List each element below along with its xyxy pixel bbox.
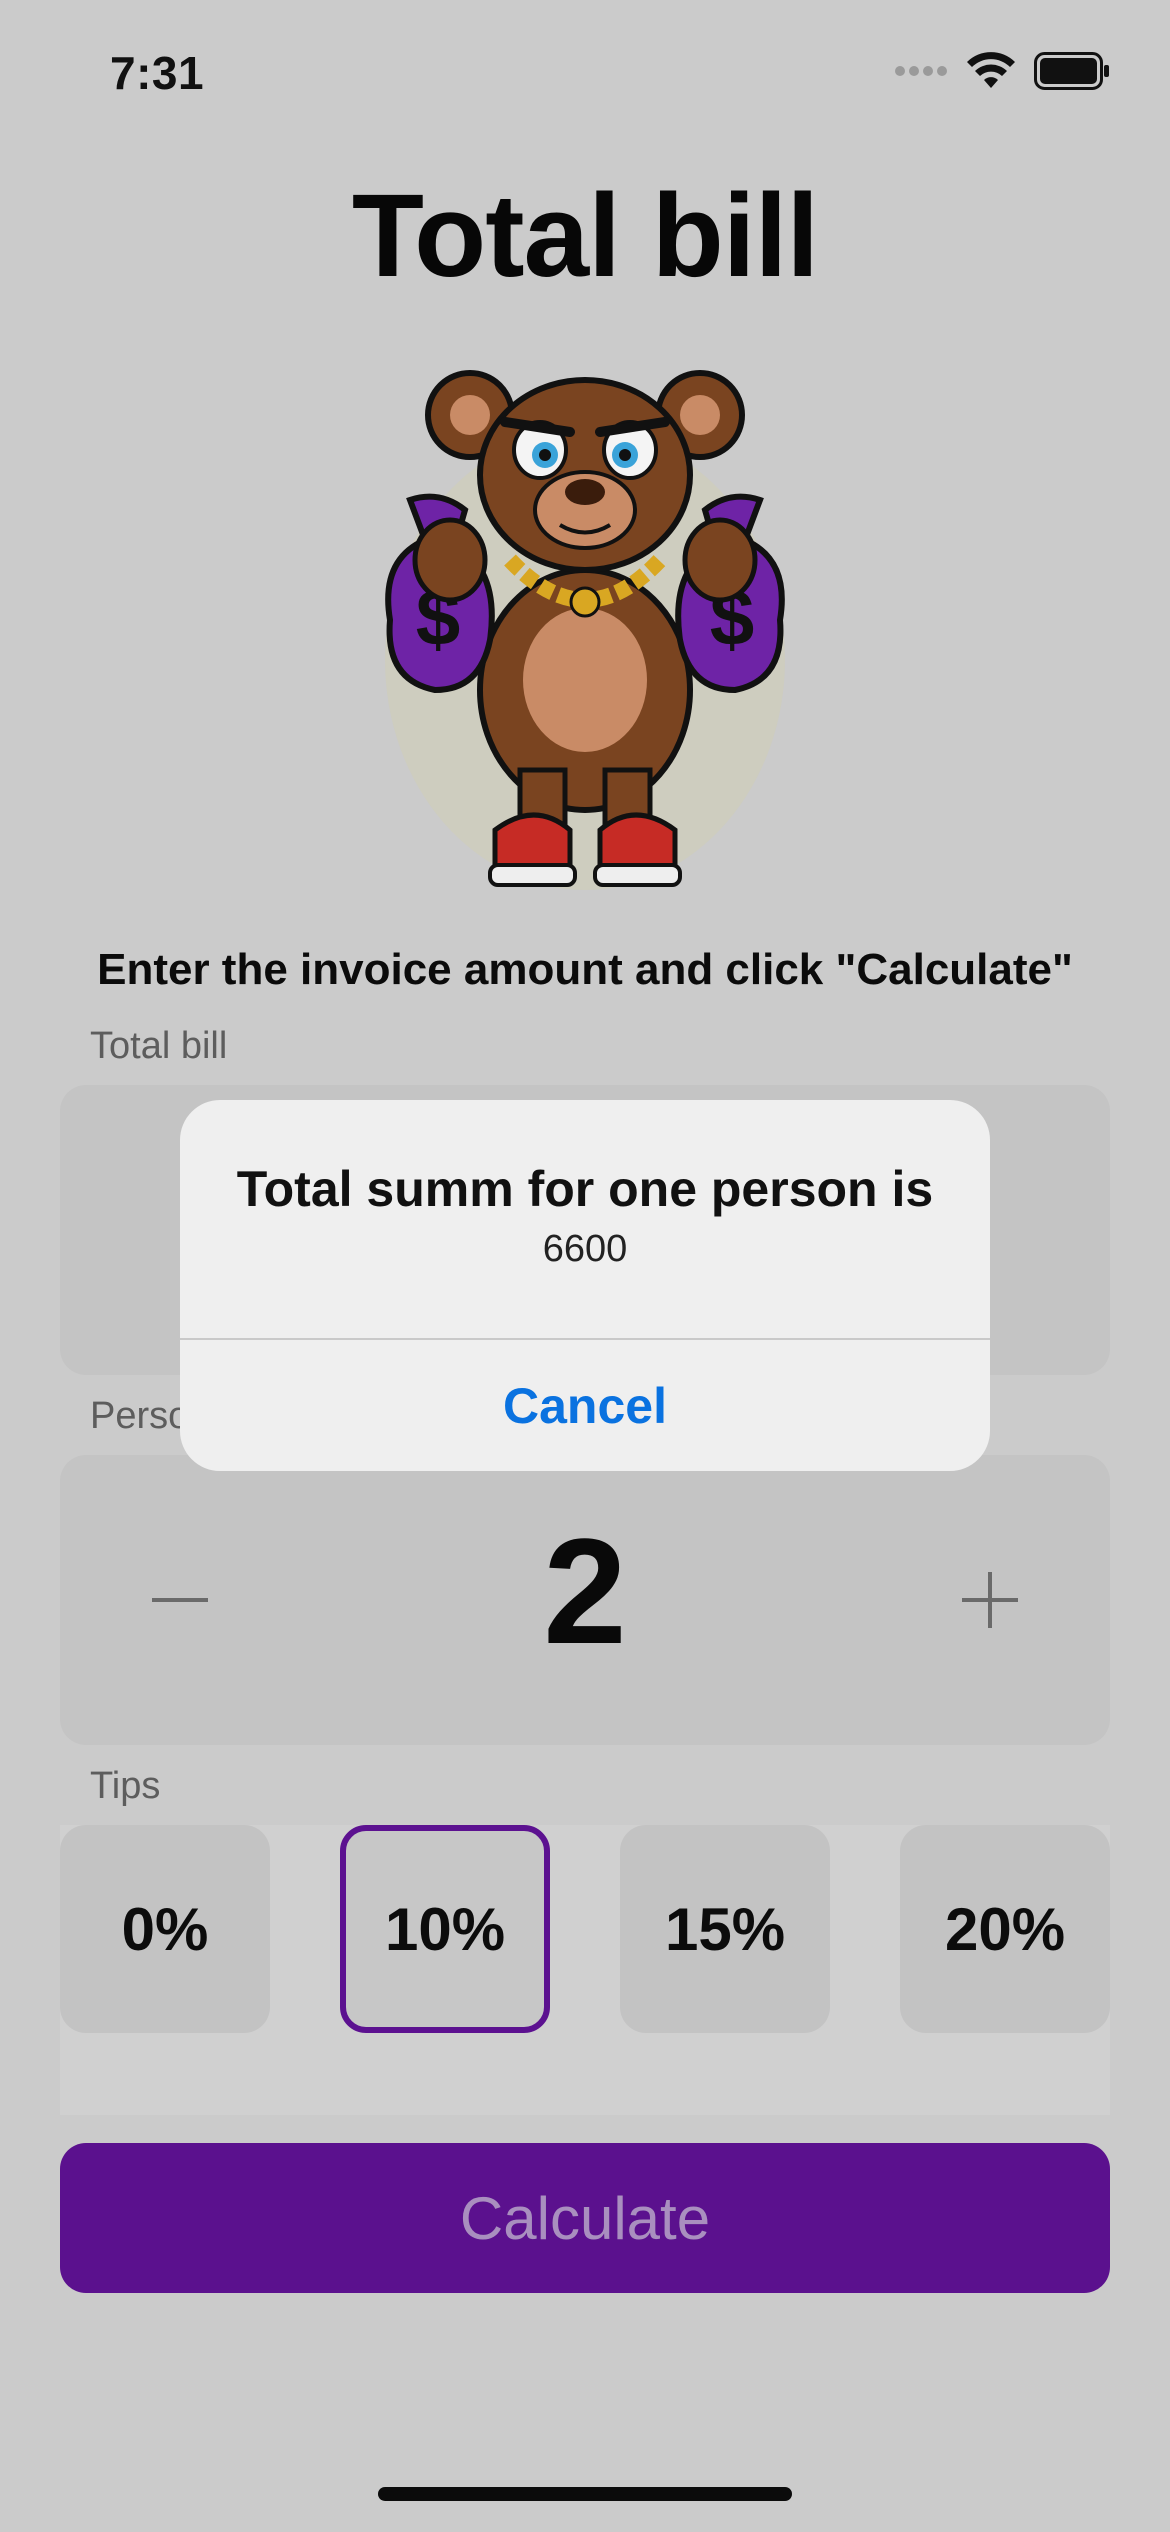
- cellular-signal-icon: [895, 66, 947, 76]
- alert-title: Total summ for one person is: [236, 1161, 934, 1217]
- home-indicator: [378, 2487, 792, 2501]
- tips-label: Tips: [90, 1765, 161, 1807]
- decrease-persons-button[interactable]: [120, 1540, 240, 1660]
- battery-icon: [1034, 52, 1109, 90]
- status-icons: [894, 52, 1110, 90]
- page-title: Total bill: [351, 170, 819, 302]
- calculate-button-label: Calculate: [459, 2184, 711, 2252]
- alert-cancel-button[interactable]: Cancel: [180, 1340, 990, 1471]
- instruction-text: Enter the invoice amount and click "Calc…: [97, 945, 1073, 994]
- minus-icon: [152, 1598, 208, 1602]
- alert-message: 6600: [542, 1228, 628, 1270]
- total-bill-label: Total bill: [90, 1025, 228, 1067]
- increase-persons-button[interactable]: [930, 1540, 1050, 1660]
- bear-mascot-image: $ $: [370, 360, 800, 900]
- result-alert: Total summ for one person is 6600 Cancel: [180, 1100, 990, 1471]
- tip-option-10[interactable]: 10%: [340, 1825, 550, 2033]
- plus-icon: [962, 1572, 1018, 1628]
- status-time: 7:31: [110, 47, 205, 99]
- persons-count: 2: [543, 1507, 627, 1675]
- calculate-button[interactable]: Calculate: [60, 2143, 1110, 2293]
- tip-option-20[interactable]: 20%: [900, 1825, 1110, 2033]
- tip-option-15[interactable]: 15%: [620, 1825, 830, 2033]
- tip-option-0[interactable]: 0%: [60, 1825, 270, 2033]
- wifi-icon: [967, 52, 1015, 88]
